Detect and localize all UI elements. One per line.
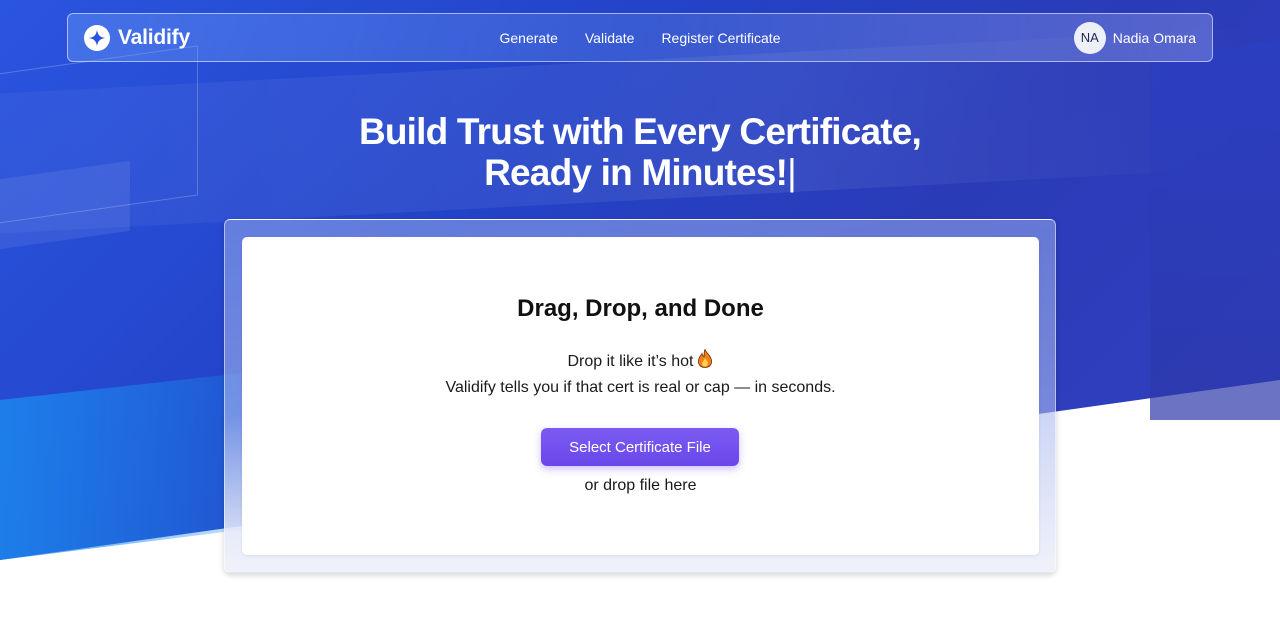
nav-link-register-certificate[interactable]: Register Certificate: [661, 30, 780, 46]
upload-subtitle-line2: Validify tells you if that cert is real …: [445, 379, 836, 396]
hero-headline-line2-text: Ready in Minutes!: [484, 152, 788, 193]
user-menu[interactable]: NA Nadia Omara: [1073, 21, 1196, 54]
upload-subtitle-line1-wrap: Drop it like it’s hot: [242, 348, 1039, 376]
nav-links: Generate Validate Register Certificate: [500, 30, 781, 46]
decorative-right-panel: [1150, 40, 1280, 420]
drop-hint: or drop file here: [584, 477, 697, 494]
brand-name: Validify: [118, 25, 190, 49]
typing-cursor: |: [787, 152, 797, 193]
select-certificate-file-button[interactable]: Select Certificate File: [541, 428, 739, 466]
nav-link-generate[interactable]: Generate: [500, 30, 558, 46]
upload-subtitle: Drop it like it’s hot Validify tells you…: [242, 348, 1039, 400]
upload-title: Drag, Drop, and Done: [517, 295, 764, 322]
hero-headline-line2: Ready in Minutes!|: [0, 152, 1280, 193]
brand[interactable]: Validify: [84, 24, 190, 51]
user-name: Nadia Omara: [1112, 29, 1196, 46]
top-navbar: Validify Generate Validate Register Cert…: [67, 13, 1213, 62]
hero-headline-line1: Build Trust with Every Certificate,: [358, 111, 922, 152]
upload-card-frame: Drag, Drop, and Done Drop it like it’s h…: [224, 219, 1056, 573]
upload-subtitle-line1: Drop it like it’s hot: [567, 353, 694, 370]
hero-headline: Build Trust with Every Certificate, Read…: [0, 111, 1280, 193]
upload-dropzone[interactable]: Drag, Drop, and Done Drop it like it’s h…: [242, 237, 1039, 555]
fire-icon: [697, 348, 713, 376]
sparkle-star-icon: [84, 24, 110, 51]
nav-link-validate[interactable]: Validate: [585, 30, 635, 46]
avatar: NA: [1073, 21, 1106, 54]
